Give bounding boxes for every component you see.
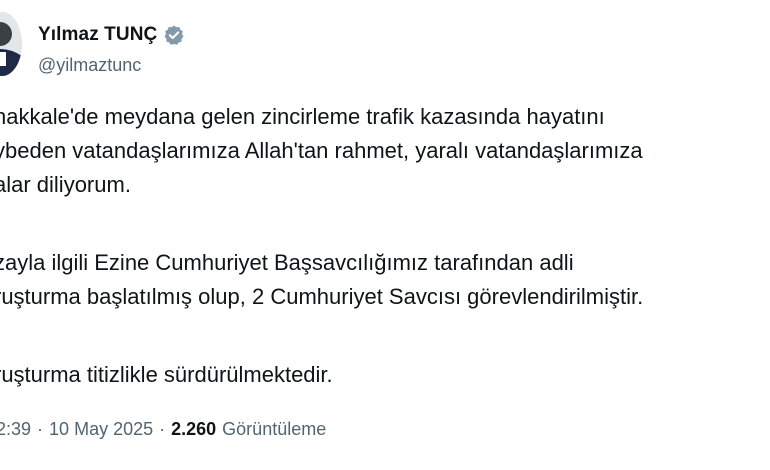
- tweet-text: nakkale'de meydana gelen zincirleme traf…: [0, 100, 770, 392]
- tweet-line: alar diliyorum.: [0, 172, 131, 197]
- tweet-line: ruşturma başlatılmış olup, 2 Cumhuriyet …: [0, 284, 644, 309]
- tweet-line: ruşturma titizlikle sürdürülmektedir.: [0, 362, 333, 387]
- author-handle[interactable]: @yilmaztunc: [38, 55, 141, 76]
- views-count[interactable]: 2.260: [171, 419, 216, 440]
- tweet-meta: 2:39 · 10 May 2025 · 2.260 Görüntüleme: [0, 419, 326, 440]
- author-name-row: Yılmaz TUNÇ: [38, 22, 185, 48]
- tweet-line: ybeden vatandaşlarımıza Allah'tan rahmet…: [0, 138, 643, 163]
- tweet-date[interactable]: 10 May 2025: [49, 419, 153, 440]
- author-display-name[interactable]: Yılmaz TUNÇ: [38, 24, 157, 46]
- views-label[interactable]: Görüntüleme: [222, 419, 326, 440]
- avatar[interactable]: [0, 12, 22, 76]
- verified-badge-icon: [163, 24, 185, 46]
- tweet-line: zayla ilgili Ezine Cumhuriyet Başsavcılı…: [0, 250, 574, 275]
- meta-separator: ·: [37, 419, 44, 439]
- tweet-line: nakkale'de meydana gelen zincirleme traf…: [0, 104, 605, 129]
- meta-separator: ·: [159, 419, 166, 439]
- tweet-time[interactable]: 2:39: [0, 419, 31, 440]
